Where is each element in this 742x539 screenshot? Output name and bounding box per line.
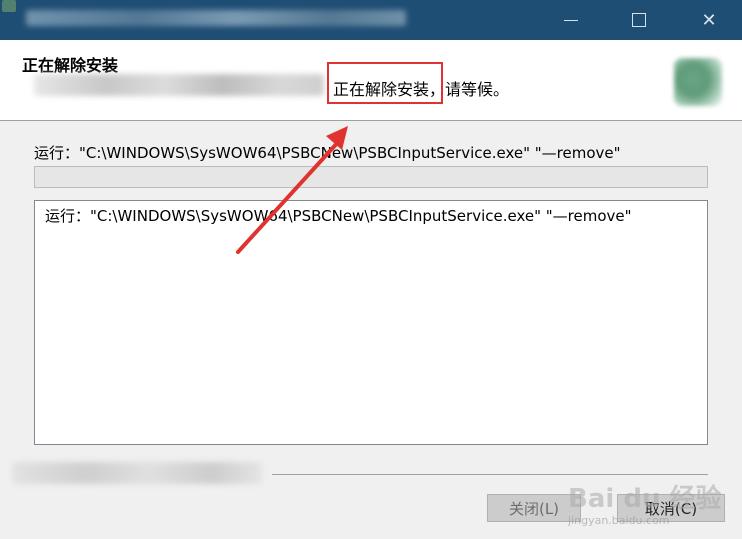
progress-bar <box>34 166 708 188</box>
window-title-redacted <box>26 10 406 26</box>
close-window-button[interactable]: ✕ <box>686 0 732 40</box>
header-divider <box>0 120 742 121</box>
details-log-list[interactable]: 运行："C:\WINDOWS\SysWOW64\PSBCNew\PSBCInpu… <box>34 200 708 445</box>
maximize-button[interactable] <box>616 0 662 40</box>
close-button[interactable]: 关闭(L) <box>487 494 581 522</box>
redacted-branding-text <box>12 462 262 484</box>
minimize-button[interactable] <box>548 0 594 40</box>
cancel-button[interactable]: 取消(C) <box>617 494 725 522</box>
footer-divider <box>272 474 708 475</box>
status-text: 运行："C:\WINDOWS\SysWOW64\PSBCNew\PSBCInpu… <box>34 144 621 162</box>
installer-logo <box>674 58 722 106</box>
title-bar: ✕ <box>0 0 742 40</box>
page-title: 正在解除安装 <box>22 56 119 75</box>
log-item: 运行："C:\WINDOWS\SysWOW64\PSBCNew\PSBCInpu… <box>45 207 632 225</box>
minimize-icon <box>564 19 578 21</box>
annotation-highlight-box <box>327 62 443 104</box>
close-icon: ✕ <box>701 9 717 31</box>
maximize-icon <box>632 13 646 27</box>
redacted-text <box>34 74 324 96</box>
app-icon <box>2 0 16 12</box>
